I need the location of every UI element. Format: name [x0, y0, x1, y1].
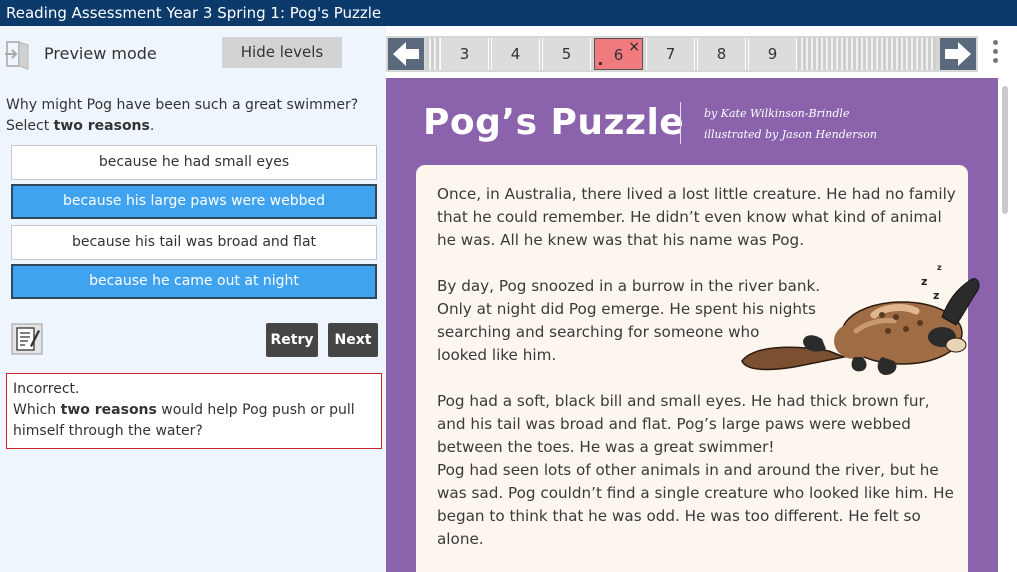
question-line-2: Select two reasons.: [6, 116, 376, 137]
title-divider: [680, 102, 681, 144]
story-line: he was. All he knew was that his name wa…: [437, 231, 805, 249]
story-line: and his tail was broad and flat. Pog’s l…: [437, 415, 911, 433]
notepad-pencil-icon[interactable]: [11, 323, 43, 355]
window-title: Reading Assessment Year 3 Spring 1: Pog'…: [6, 4, 382, 22]
answer-option[interactable]: because he had small eyes: [11, 145, 377, 180]
kebab-menu-icon[interactable]: [990, 40, 1000, 70]
feedback-hint-suffix: would help Pog push or pull: [156, 402, 355, 418]
document-title: Pog’s Puzzle: [423, 102, 685, 143]
page-track-left: [426, 38, 440, 70]
story-line: that he could remember. He didn’t even k…: [437, 208, 942, 226]
feedback-hint-prefix: Which: [13, 402, 61, 418]
page-dot: [599, 62, 602, 65]
feedback-hint-emphasis: two reasons: [60, 402, 157, 418]
hide-levels-button[interactable]: Hide levels: [222, 37, 342, 68]
page-tab-6-label: 6: [613, 46, 624, 64]
story-line: Once, in Australia, there lived a lost l…: [437, 185, 956, 203]
question-select-emphasis: two reasons: [53, 118, 150, 134]
page-tab-3[interactable]: 3: [440, 38, 489, 70]
next-button[interactable]: Next: [328, 323, 378, 357]
story-line: was sad. Pog couldn’t find a single crea…: [437, 484, 954, 502]
scroll-thumb[interactable]: [1002, 86, 1008, 214]
sleep-z-3: z: [937, 263, 942, 272]
document-scrollbar[interactable]: [998, 78, 1017, 572]
answer-option-selected[interactable]: because his large paws were webbed: [11, 184, 377, 219]
question-line-1: Why might Pog have been such a great swi…: [6, 97, 359, 113]
illustrator-credit: illustrated by Jason Henderson: [704, 128, 877, 141]
question-panel: Preview mode Hide levels Why might Pog h…: [0, 26, 386, 572]
page-tab-6-current[interactable]: 6 ×: [594, 38, 643, 70]
page-tab-7[interactable]: 7: [646, 38, 695, 70]
title-bar: Reading Assessment Year 3 Spring 1: Pog'…: [0, 0, 1017, 26]
story-line: between the toes. He was a great swimmer…: [437, 438, 775, 456]
story-line: Pog had seen lots of other animals in an…: [437, 461, 939, 479]
arrow-left-icon[interactable]: [388, 38, 424, 70]
story-line: alone.: [437, 530, 484, 548]
story-paragraph-3: Pog had a soft, black bill and small eye…: [437, 390, 957, 551]
page-tab-4[interactable]: 4: [491, 38, 540, 70]
answer-option-selected[interactable]: because he came out at night: [11, 264, 377, 299]
sleeping-platypus-illustration: [741, 278, 980, 375]
question-select-suffix: .: [149, 118, 155, 134]
page-track-right: [798, 38, 936, 70]
sleep-z-2: z: [933, 289, 940, 302]
feedback-hint-line-3: himself through the water?: [13, 423, 203, 439]
answer-option[interactable]: because his tail was broad and flat: [11, 225, 377, 260]
question-select-prefix: Select: [6, 118, 54, 134]
story-paragraph-1: Once, in Australia, there lived a lost l…: [437, 183, 957, 252]
feedback-status: Incorrect.: [13, 381, 80, 397]
story-line: Pog had a soft, black bill and small eye…: [437, 392, 930, 410]
question-text: Why might Pog have been such a great swi…: [6, 95, 376, 137]
author-credit: by Kate Wilkinson-Brindle: [704, 107, 850, 120]
page-tab-9[interactable]: 9: [748, 38, 797, 70]
sleep-z-1: z: [921, 275, 928, 288]
feedback-hint: Which two reasons would help Pog push or…: [13, 400, 375, 421]
story-line: began to think that he was odd. He was t…: [437, 507, 921, 525]
document-viewer: Pog’s Puzzle by Kate Wilkinson-Brindle i…: [386, 78, 998, 572]
page-tab-8[interactable]: 8: [697, 38, 746, 70]
exit-door-icon[interactable]: [4, 38, 34, 70]
arrow-right-icon[interactable]: [940, 38, 976, 70]
incorrect-mark-icon: ×: [628, 39, 640, 55]
page-tab-5[interactable]: 5: [542, 38, 591, 70]
story-card: Once, in Australia, there lived a lost l…: [416, 165, 980, 572]
retry-button[interactable]: Retry: [266, 323, 318, 357]
page-navigation: 3 4 5 6 × 7 8 9: [386, 36, 978, 72]
feedback-box: Incorrect. Which two reasons would help …: [6, 373, 382, 449]
preview-mode-label: Preview mode: [44, 44, 157, 63]
